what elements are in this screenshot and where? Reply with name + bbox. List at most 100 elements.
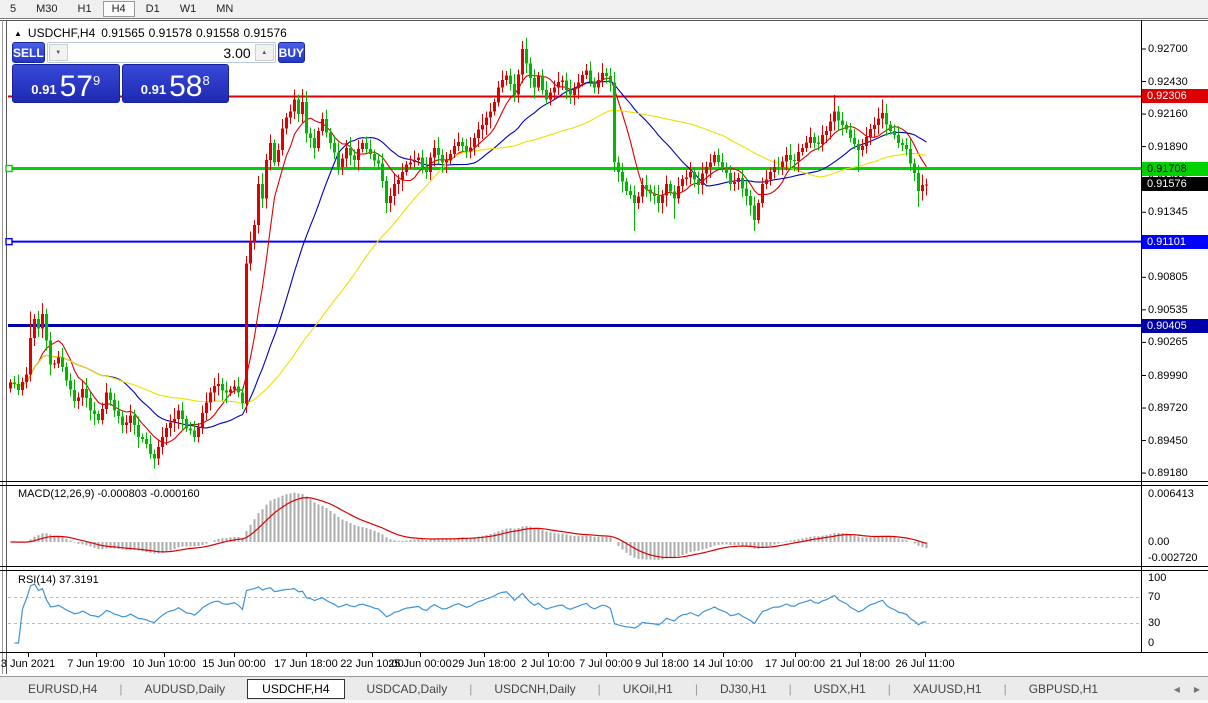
candle-body xyxy=(297,100,300,115)
candle-body xyxy=(693,172,696,180)
price-chart[interactable] xyxy=(0,0,1208,703)
stepper-down-icon: ▼ xyxy=(55,50,61,56)
sell-price-button[interactable]: 0.91 57 9 xyxy=(12,64,120,103)
candle-body xyxy=(421,157,424,167)
chart-tab-eurusd[interactable]: EURUSD,H4 xyxy=(16,680,109,698)
candle-body xyxy=(461,142,464,146)
candle-body xyxy=(325,119,328,132)
candle-body xyxy=(853,138,856,144)
trade-panel-toggle-icon[interactable]: ▲ xyxy=(14,29,22,38)
candle-body xyxy=(265,160,268,199)
rsi-line xyxy=(15,584,927,643)
chart-tab-audusd[interactable]: AUDUSD,Daily xyxy=(132,680,237,698)
candle-body xyxy=(809,137,812,143)
candle-body xyxy=(373,154,376,161)
candle-body xyxy=(225,390,228,392)
candle-body xyxy=(17,384,20,390)
candle-body xyxy=(681,179,684,186)
candle-body xyxy=(617,162,620,172)
candle-body xyxy=(889,125,892,132)
chart-tab-gbpusd[interactable]: GBPUSD,H1 xyxy=(1017,680,1110,698)
candle-body xyxy=(561,80,564,82)
chart-tab-bar: EURUSD,H4 | AUDUSD,Daily USDCHF,H4 USDCAD,Da… xyxy=(0,676,1208,701)
candle-body xyxy=(801,148,804,152)
candle-body xyxy=(701,174,704,186)
candle-body xyxy=(497,88,500,103)
candle-body xyxy=(185,419,188,429)
chart-tab-usdx[interactable]: USDX,H1 xyxy=(802,680,878,698)
candle-body xyxy=(673,192,676,199)
candle-body xyxy=(21,382,24,390)
candle-body xyxy=(217,384,220,386)
candle-body xyxy=(41,314,44,329)
candle-body xyxy=(125,423,128,425)
candle-body xyxy=(697,179,700,185)
chart-tab-usdcnh[interactable]: USDCNH,Daily xyxy=(482,680,587,698)
sell-price-digits: 57 xyxy=(60,73,93,100)
chart-tab-usdcad[interactable]: USDCAD,Daily xyxy=(355,680,460,698)
candle-body xyxy=(637,196,640,203)
candle-body xyxy=(481,125,484,130)
candle-body xyxy=(565,80,568,90)
candle-body xyxy=(429,158,432,172)
buy-price-digits: 58 xyxy=(169,73,202,100)
sell-button[interactable]: SELL xyxy=(12,42,45,63)
candle-body xyxy=(873,125,876,129)
volume-decrease-button[interactable]: ▼ xyxy=(49,44,68,61)
level-line-handle[interactable] xyxy=(6,239,12,245)
tab-scroll-right-icon[interactable]: ▶ xyxy=(1194,685,1200,694)
candle-body xyxy=(9,383,12,389)
candle-body xyxy=(153,454,156,459)
candle-body xyxy=(281,129,284,151)
volume-increase-button[interactable]: ▲ xyxy=(255,44,274,61)
level-line-handle[interactable] xyxy=(6,166,12,172)
candle-body xyxy=(293,100,296,112)
candle-body xyxy=(257,184,260,225)
candle-body xyxy=(925,184,928,185)
candle-body xyxy=(921,185,924,191)
candle-body xyxy=(789,155,792,160)
candle-body xyxy=(785,155,788,162)
one-click-trading-panel: SELL ▼ ▲ BUY 0.91 57 9 0.91 58 8 xyxy=(12,42,229,103)
candle-body xyxy=(825,131,828,135)
candle-body xyxy=(29,338,32,374)
candle-body xyxy=(365,143,368,149)
candle-body xyxy=(205,403,208,413)
candle-body xyxy=(337,152,340,167)
candle-body xyxy=(501,80,504,88)
chart-tab-ukoil[interactable]: UKOil,H1 xyxy=(611,680,685,698)
candle-body xyxy=(541,76,544,91)
buy-button[interactable]: BUY xyxy=(278,42,305,63)
candle-body xyxy=(377,161,380,164)
candle-body xyxy=(913,164,916,173)
tab-separator: | xyxy=(789,682,792,696)
candle-body xyxy=(661,196,664,204)
chart-tab-xauusd[interactable]: XAUUSD,H1 xyxy=(901,680,994,698)
chart-tab-dj30[interactable]: DJ30,H1 xyxy=(708,680,779,698)
candle-body xyxy=(229,390,232,393)
candle-body xyxy=(473,138,476,147)
candle-body xyxy=(893,131,896,135)
tab-scroll-left-icon[interactable]: ◀ xyxy=(1174,685,1180,694)
candle-body xyxy=(93,410,96,414)
candle-body xyxy=(613,83,616,163)
buy-price-button[interactable]: 0.91 58 8 xyxy=(122,64,230,103)
candle-body xyxy=(813,137,816,143)
candle-body xyxy=(529,64,532,79)
candle-body xyxy=(533,78,536,88)
candle-body xyxy=(509,76,512,85)
candle-body xyxy=(653,194,656,196)
candle-body xyxy=(121,416,124,425)
candle-body xyxy=(749,196,752,205)
chart-title-open: 0.91565 xyxy=(101,26,144,40)
candle-body xyxy=(181,410,184,419)
candle-body xyxy=(657,196,660,203)
chart-title-high: 0.91578 xyxy=(149,26,192,40)
candle-body xyxy=(321,119,324,131)
macd-signal-line xyxy=(11,498,927,558)
chart-tab-usdchf[interactable]: USDCHF,H4 xyxy=(247,679,344,699)
candle-body xyxy=(525,49,528,64)
candle-body xyxy=(909,149,912,164)
volume-input[interactable] xyxy=(68,44,255,61)
candle-body xyxy=(593,82,596,88)
